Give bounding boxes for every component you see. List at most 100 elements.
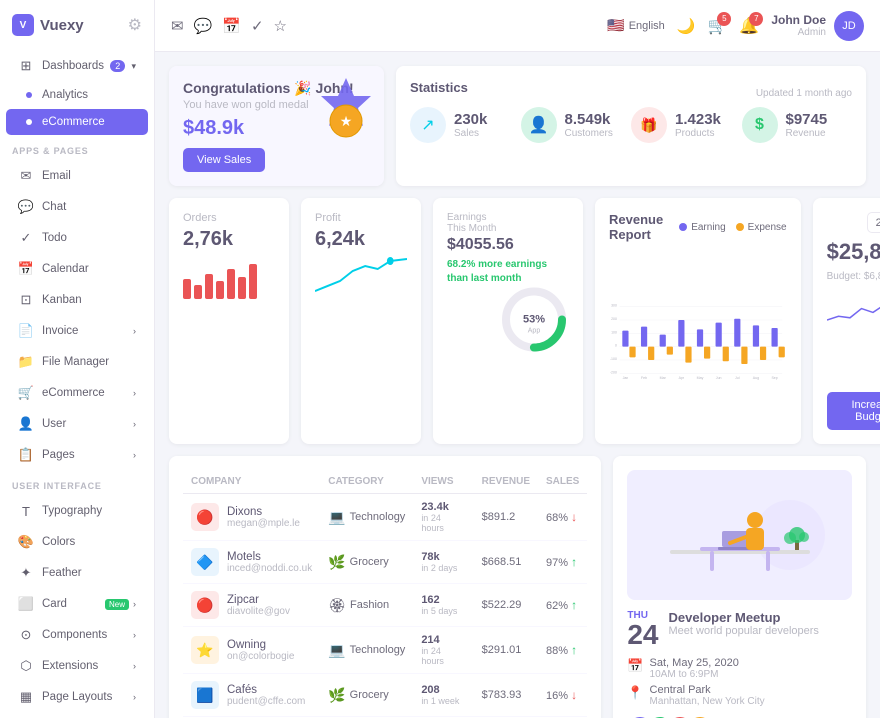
orders-label: Orders [183,212,275,224]
medal-icon: ★ [319,76,374,151]
sidebar-item-ecommerce[interactable]: eCommerce [6,109,148,135]
stat-products-label: Products [675,128,721,139]
user-icon: 👤 [18,416,34,432]
category-name: Technology [350,644,406,656]
check-header-icon[interactable]: ✓ [251,17,264,35]
sidebar-item-chat[interactable]: 💬 Chat [6,192,148,222]
cell-company: 🔴 Zipcar diavolite@gov [183,584,320,627]
user-profile[interactable]: John Doe Admin JD [771,11,864,41]
stat-revenue: $ $9745 Revenue [742,107,853,143]
sidebar-item-extensions[interactable]: ⬡ Extensions › [6,651,148,681]
section-ui: USER INTERFACE [0,471,154,495]
stats-row: ↗ 230k Sales 👤 8.549k Customers [410,107,852,143]
col-views: VIEWS [413,470,473,494]
stat-revenue-icon: $ [742,107,778,143]
company-name: Zipcar [227,594,290,606]
event-illustration [627,470,852,600]
cart-button[interactable]: 🛒 5 [707,16,727,36]
sidebar-item-user[interactable]: 👤 User › [6,409,148,439]
event-location-detail: 📍 Central Park Manhattan, New York City [627,684,852,707]
cell-revenue: $291.01 [474,627,538,674]
mail-icon[interactable]: ✉ [171,17,184,35]
views-sub: in 24 hours [421,646,465,666]
views-sub: in 2 days [421,563,465,573]
company-logo: 🟦 [191,681,219,709]
increase-budget-button[interactable]: Increase Budget [827,392,880,430]
bell-button[interactable]: 🔔 7 [739,16,759,36]
sidebar-item-feather[interactable]: ✦ Feather [6,558,148,588]
sidebar-item-analytics[interactable]: Analytics [6,82,148,108]
earning-legend: Earning [679,222,725,233]
trend-icon: ↑ [571,598,577,612]
sidebar-item-todo[interactable]: ✓ Todo [6,223,148,253]
revenue-header: Revenue Report Earning Expense [609,212,787,242]
sidebar-item-card[interactable]: ⬜ Card New › [6,589,148,619]
cell-revenue: $783.93 [474,674,538,717]
cell-views: 214 in 24 hours [413,627,473,674]
star-header-icon[interactable]: ☆ [274,17,287,35]
views-value: 78k [421,551,465,563]
company-table: COMPANY CATEGORY VIEWS REVENUE SALES 🔴 D… [183,470,587,718]
dashboard-icon: ⊞ [18,58,34,74]
view-sales-button[interactable]: View Sales [183,148,265,172]
company-name: Owning [227,639,294,651]
earnings-change: 68.2% more earnings than last month [447,258,569,286]
table-row: 🔴 Zipcar diavolite@gov 🏵 Fashion 162 in … [183,584,587,627]
category-icon: 💻 [328,509,345,526]
trend-icon: ↑ [571,555,577,569]
sidebar-item-calendar[interactable]: 📅 Calendar [6,254,148,284]
sidebar-item-invoice[interactable]: 📄 Invoice › [6,316,148,346]
sidebar-item-email[interactable]: ✉ Email [6,161,148,191]
sidebar-item-dashboards[interactable]: ⊞ Dashboards 2 ▾ [6,51,148,81]
email-icon: ✉ [18,168,34,184]
table-row: 🟦 Cafés pudent@cffe.com 🌿 Grocery 208 in… [183,674,587,717]
stat-revenue-label: Revenue [786,128,828,139]
company-name: Dixons [227,506,300,518]
colors-icon: 🎨 [18,534,34,550]
budget-amount: $25,852 [827,239,880,265]
col-sales: SALES [538,470,587,494]
extensions-icon: ⬡ [18,658,34,674]
sales-value: 97% [546,557,568,569]
stats-updated: Updated 1 month ago [756,88,852,99]
sales-value: 16% [546,690,568,702]
sidebar-item-pages[interactable]: 📋 Pages › [6,440,148,470]
svg-text:100: 100 [611,330,617,334]
sidebar-item-kanban[interactable]: ⊡ Kanban [6,285,148,315]
bar [216,281,224,299]
cell-views: 208 in 1 week [413,674,473,717]
section-forms: FORMS & TABLES [0,713,154,718]
moon-icon[interactable]: 🌙 [677,17,696,35]
company-email: pudent@cffe.com [227,696,305,707]
comment-icon[interactable]: 💬 [194,17,213,35]
cell-category: 💻 Technology [320,627,413,674]
sidebar-item-components[interactable]: ⊙ Components › [6,620,148,650]
bar [205,274,213,299]
calendar-icon: 📅 [18,261,34,277]
cell-category: 🌿 Grocery [320,541,413,584]
ecommerce-icon: 🛒 [18,385,34,401]
year-selector[interactable]: 2020 ▾ [867,212,880,233]
company-table-card: COMPANY CATEGORY VIEWS REVENUE SALES 🔴 D… [169,456,601,718]
cell-company: 🟦 Cafés pudent@cffe.com [183,674,320,717]
calendar-header-icon[interactable]: 📅 [222,17,241,35]
bar [249,264,257,299]
event-location-text: Central Park [650,684,765,696]
sidebar-item-ecommerce2[interactable]: 🛒 eCommerce › [6,378,148,408]
stat-customers: 👤 8.549k Customers [521,107,632,143]
sidebar-item-filemanager[interactable]: 📁 File Manager [6,347,148,377]
sidebar-item-pagelayouts[interactable]: ▦ Page Layouts › [6,682,148,712]
cell-views: 78k in 2 days [413,541,473,584]
sidebar-item-typography[interactable]: T Typography [6,496,148,526]
stat-customers-value: 8.549k [565,111,613,128]
profit-chart [315,251,407,301]
settings-icon[interactable]: ⚙ [128,15,142,35]
flag-icon: 🇺🇸 [607,17,624,34]
stat-sales-icon: ↗ [410,107,446,143]
header: ✉ 💬 📅 ✓ ☆ 🇺🇸 English 🌙 🛒 5 🔔 7 John D [155,0,880,52]
chat-icon: 💬 [18,199,34,215]
sidebar-item-colors[interactable]: 🎨 Colors [6,527,148,557]
feather-icon: ✦ [18,565,34,581]
language-selector[interactable]: 🇺🇸 English [607,17,665,34]
category-name: Grocery [350,689,389,701]
